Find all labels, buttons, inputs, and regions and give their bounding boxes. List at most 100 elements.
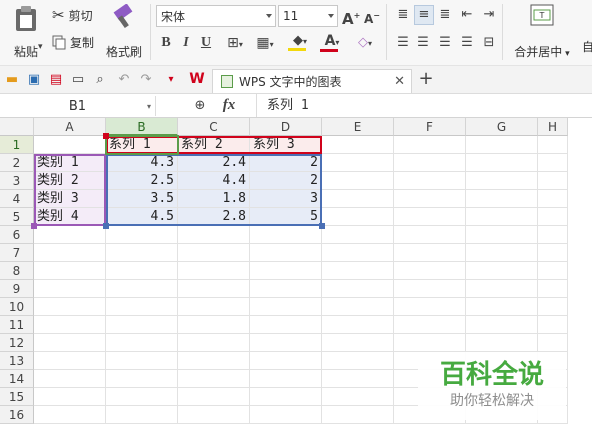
borders-icon[interactable]: ⊞▾ xyxy=(222,34,248,54)
cell-d12[interactable] xyxy=(250,334,322,352)
row-header-12[interactable]: 12 xyxy=(0,334,34,352)
cell-h9[interactable] xyxy=(538,280,568,298)
cell-a4[interactable]: 类别 3 xyxy=(34,190,106,208)
save-icon[interactable]: ▣ xyxy=(26,71,42,89)
cell-b2[interactable]: 4.3 xyxy=(106,154,178,172)
cell-g3[interactable] xyxy=(466,172,538,190)
cell-c15[interactable] xyxy=(178,388,250,406)
cell-c6[interactable] xyxy=(178,226,250,244)
decrease-indent-icon[interactable]: ⇤ xyxy=(458,6,476,24)
cell-d8[interactable] xyxy=(250,262,322,280)
cell-c7[interactable] xyxy=(178,244,250,262)
cell-c10[interactable] xyxy=(178,298,250,316)
wps-logo-icon[interactable]: W xyxy=(188,70,206,88)
cell-c12[interactable] xyxy=(178,334,250,352)
cell-b4[interactable]: 3.5 xyxy=(106,190,178,208)
customize-toolbar-icon[interactable]: ▾ xyxy=(164,71,178,89)
cell-b10[interactable] xyxy=(106,298,178,316)
cell-d14[interactable] xyxy=(250,370,322,388)
cell-b9[interactable] xyxy=(106,280,178,298)
cell-h10[interactable] xyxy=(538,298,568,316)
cell-b12[interactable] xyxy=(106,334,178,352)
align-center-icon[interactable]: ☰ xyxy=(414,34,432,52)
cell-d15[interactable] xyxy=(250,388,322,406)
cell-h12[interactable] xyxy=(538,334,568,352)
font-size-select[interactable]: 11 xyxy=(278,5,338,27)
cell-g8[interactable] xyxy=(466,262,538,280)
increase-indent-icon[interactable]: ⇥ xyxy=(480,6,498,24)
cell-e9[interactable] xyxy=(322,280,394,298)
cell-a11[interactable] xyxy=(34,316,106,334)
cell-a8[interactable] xyxy=(34,262,106,280)
formula-input[interactable]: 系列 1 xyxy=(256,94,592,117)
cell-d16[interactable] xyxy=(250,406,322,424)
column-header-a[interactable]: A xyxy=(34,118,106,136)
distributed-align-icon[interactable]: ⊟ xyxy=(480,34,498,52)
cell-a14[interactable] xyxy=(34,370,106,388)
cell-f5[interactable] xyxy=(394,208,466,226)
cell-e16[interactable] xyxy=(322,406,394,424)
cell-g6[interactable] xyxy=(466,226,538,244)
cell-e10[interactable] xyxy=(322,298,394,316)
cell-a1[interactable] xyxy=(34,136,106,154)
cell-f6[interactable] xyxy=(394,226,466,244)
underline-icon[interactable]: U xyxy=(198,34,214,52)
copy-button[interactable]: 复制 xyxy=(52,34,94,51)
new-tab-icon[interactable]: + xyxy=(418,70,434,88)
cell-a2[interactable]: 类别 1 xyxy=(34,154,106,172)
cell-b11[interactable] xyxy=(106,316,178,334)
print-preview-icon[interactable]: ⌕ xyxy=(92,71,108,89)
row-header-3[interactable]: 3 xyxy=(0,172,34,190)
clear-format-icon[interactable]: ◇▾ xyxy=(352,34,378,53)
cell-b8[interactable] xyxy=(106,262,178,280)
cell-d4[interactable]: 3 xyxy=(250,190,322,208)
bold-icon[interactable]: B xyxy=(158,34,174,52)
align-bottom-icon[interactable]: ≣ xyxy=(436,6,454,24)
row-header-9[interactable]: 9 xyxy=(0,280,34,298)
cell-d3[interactable]: 2 xyxy=(250,172,322,190)
cell-e12[interactable] xyxy=(322,334,394,352)
cell-a15[interactable] xyxy=(34,388,106,406)
cell-h2[interactable] xyxy=(538,154,568,172)
cell-e2[interactable] xyxy=(322,154,394,172)
cell-g4[interactable] xyxy=(466,190,538,208)
row-header-8[interactable]: 8 xyxy=(0,262,34,280)
column-header-d[interactable]: D xyxy=(250,118,322,136)
cell-d11[interactable] xyxy=(250,316,322,334)
align-middle-icon[interactable]: ≡ xyxy=(414,5,434,25)
column-header-g[interactable]: G xyxy=(466,118,538,136)
cell-c16[interactable] xyxy=(178,406,250,424)
cell-e15[interactable] xyxy=(322,388,394,406)
row-header-11[interactable]: 11 xyxy=(0,316,34,334)
cell-fill-pattern-icon[interactable]: ▦▾ xyxy=(252,34,278,54)
cell-a7[interactable] xyxy=(34,244,106,262)
cell-a10[interactable] xyxy=(34,298,106,316)
cell-g2[interactable] xyxy=(466,154,538,172)
cell-d9[interactable] xyxy=(250,280,322,298)
fill-handle-corner[interactable] xyxy=(103,223,109,229)
format-painter-button[interactable]: 格式刷 xyxy=(104,4,144,60)
increase-font-icon[interactable]: A+ xyxy=(342,7,360,28)
cell-b14[interactable] xyxy=(106,370,178,388)
cell-b5[interactable]: 4.5 xyxy=(106,208,178,226)
cell-c9[interactable] xyxy=(178,280,250,298)
cell-b1[interactable]: 系列 1 xyxy=(106,136,178,154)
cell-c13[interactable] xyxy=(178,352,250,370)
column-header-b[interactable]: B xyxy=(106,118,178,136)
fill-color-icon[interactable]: ◆▾ xyxy=(286,32,314,51)
cell-f8[interactable] xyxy=(394,262,466,280)
merge-center-button[interactable]: T 合并居中 ▾ xyxy=(510,4,574,60)
italic-icon[interactable]: I xyxy=(178,34,194,52)
cell-e3[interactable] xyxy=(322,172,394,190)
column-header-h[interactable]: H xyxy=(538,118,568,136)
cell-e13[interactable] xyxy=(322,352,394,370)
fill-handle-category[interactable] xyxy=(31,223,37,229)
redo-icon[interactable]: ↷ xyxy=(138,71,154,89)
cell-c5[interactable]: 2.8 xyxy=(178,208,250,226)
name-box[interactable]: B1 ▾ xyxy=(0,96,156,116)
cell-c4[interactable]: 1.8 xyxy=(178,190,250,208)
zoom-formula-icon[interactable]: ⊕ xyxy=(192,97,208,115)
column-header-c[interactable]: C xyxy=(178,118,250,136)
cell-b15[interactable] xyxy=(106,388,178,406)
cell-e6[interactable] xyxy=(322,226,394,244)
